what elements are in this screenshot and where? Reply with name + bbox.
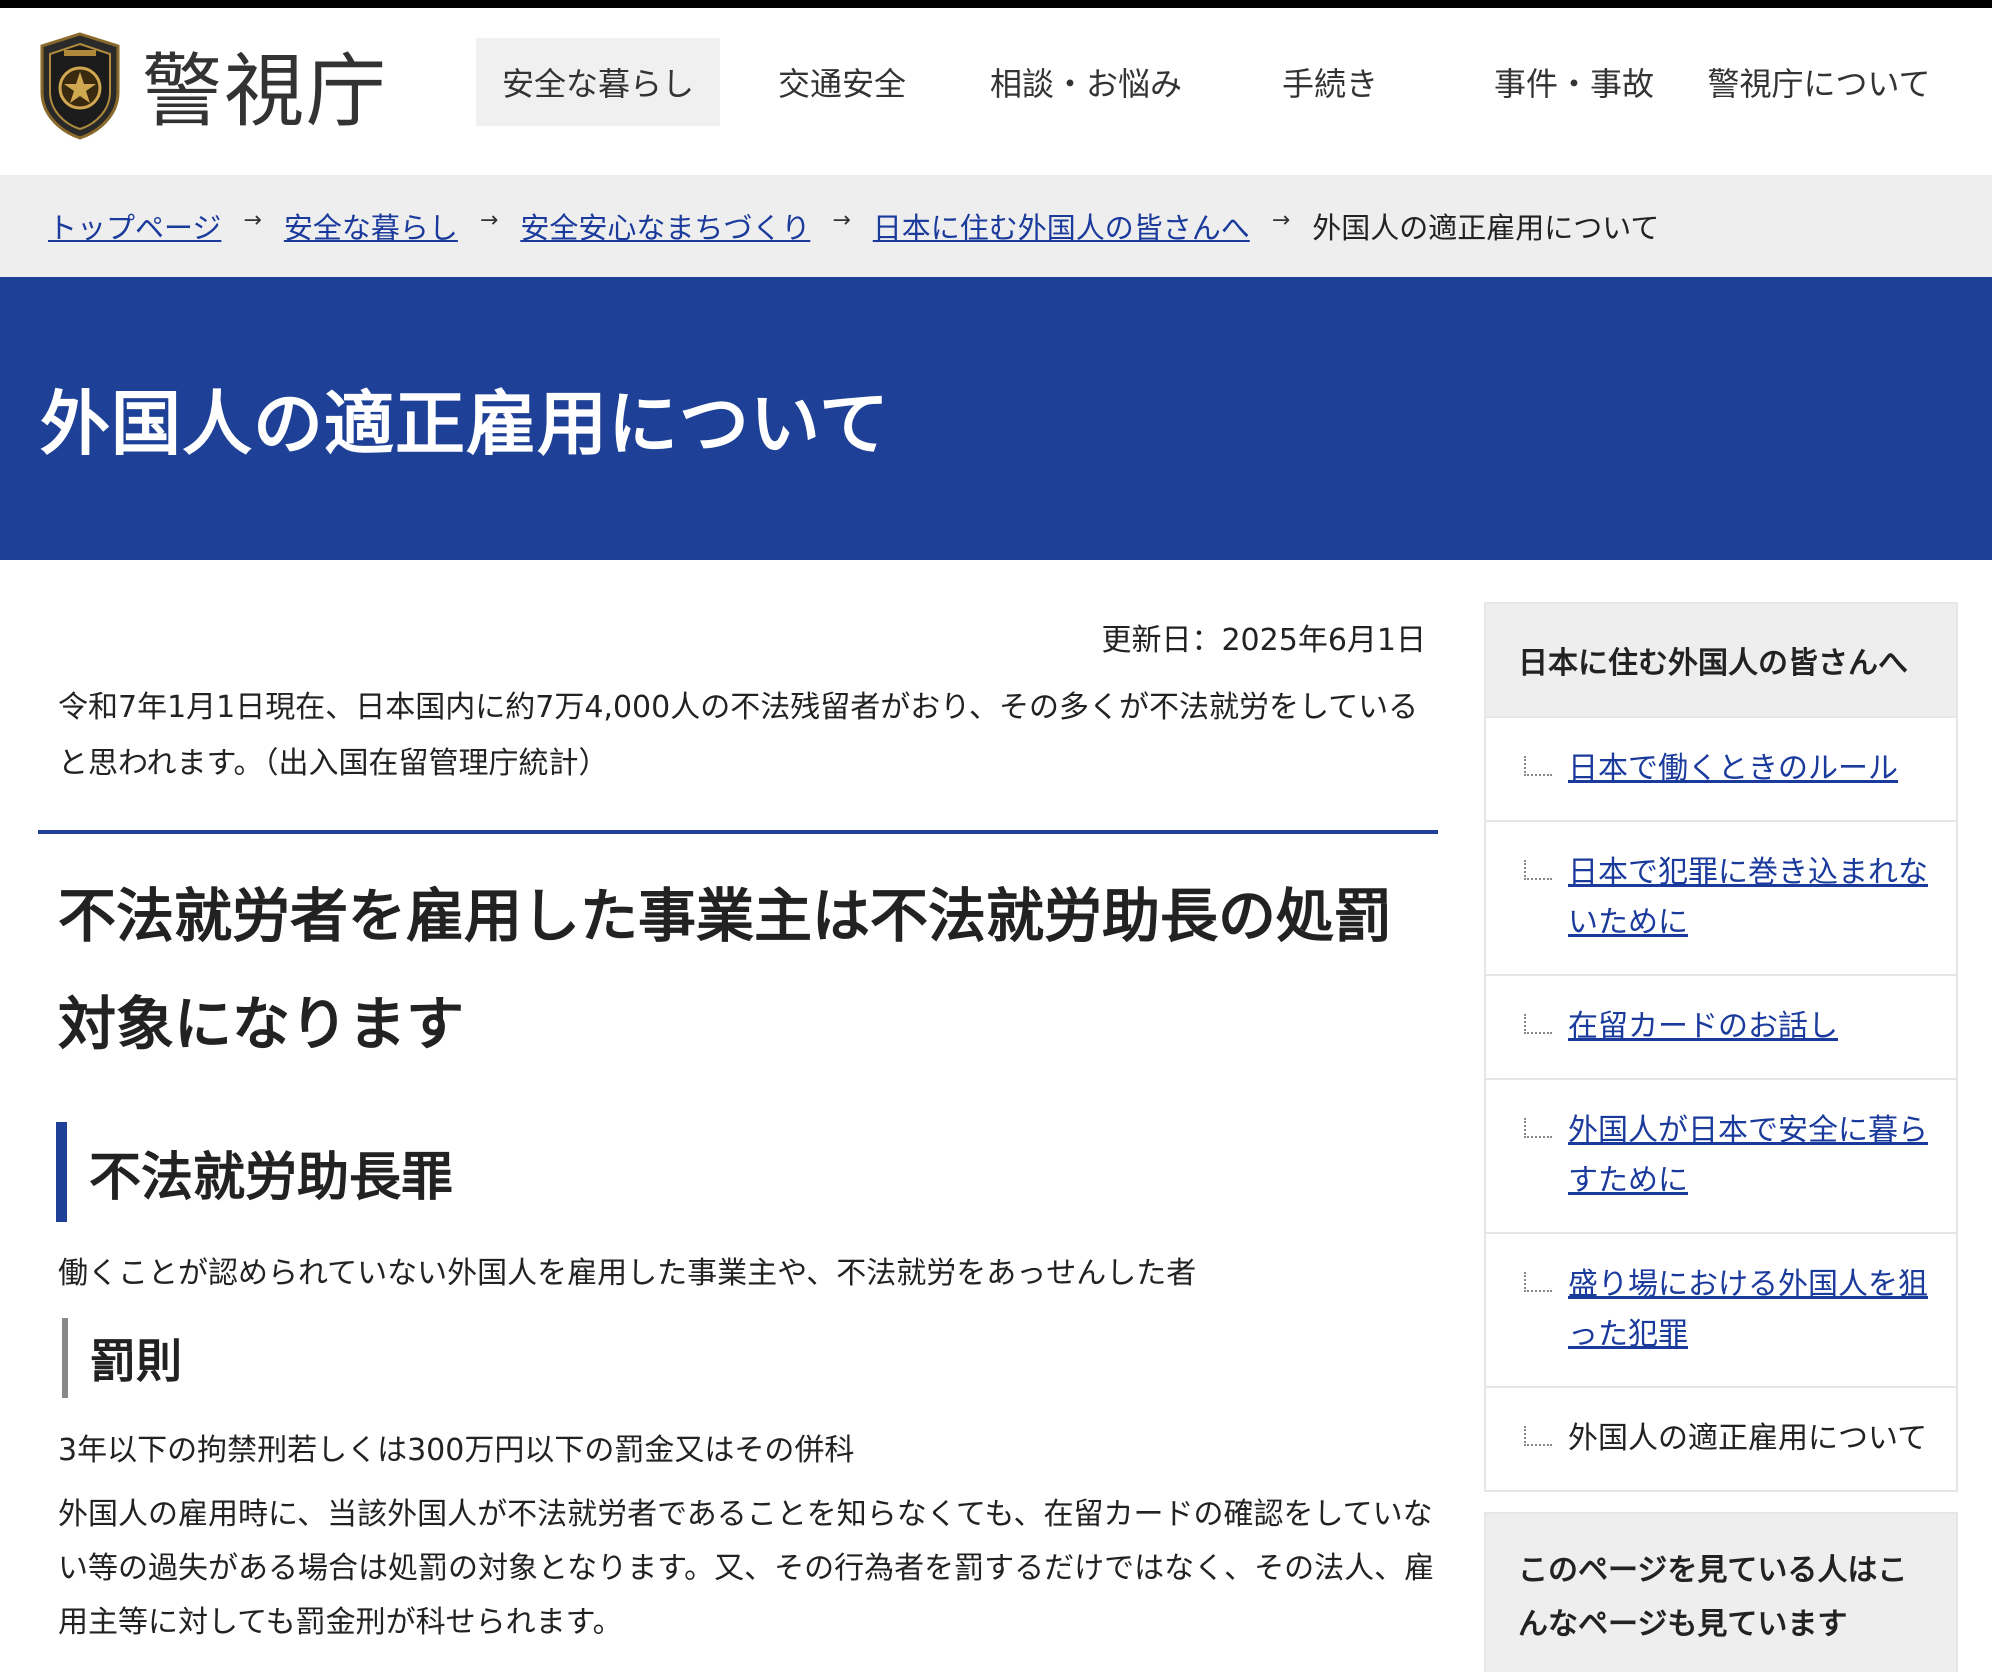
penalty-heading: 罰則: [90, 1334, 182, 1388]
tree-branch-icon: [1524, 1014, 1552, 1034]
tree-branch-icon: [1524, 1426, 1552, 1446]
nav-item-traffic-safety[interactable]: 交通安全: [720, 38, 964, 126]
tree-branch-icon: [1524, 1118, 1552, 1138]
sidebar-item-proper-employment: 外国人の適正雇用について: [1568, 1421, 1928, 1456]
top-black-bar: [0, 0, 1992, 8]
site-header: 警視庁 安全な暮らし 交通安全 相談・お悩み 手続き 事件・事故 警視庁について: [0, 8, 1992, 175]
police-emblem-icon: [40, 32, 120, 140]
related-pages-title: このページを見ている人はこんなページも見ています: [1518, 1553, 1908, 1642]
nav-item-consultation[interactable]: 相談・お悩み: [964, 38, 1208, 126]
sidebar-item[interactable]: 日本で犯罪に巻き込まれないために: [1486, 820, 1956, 974]
penalty-text: 3年以下の拘禁刑若しくは300万円以下の罰金又はその併科: [58, 1433, 855, 1468]
penalty-heading-block: 罰則: [62, 1318, 182, 1398]
heading-accent-bar: [56, 1122, 67, 1222]
nav-item-about[interactable]: 警視庁について: [1696, 38, 1942, 126]
breadcrumb: トップページ → 安全な暮らし → 安全安心なまちづくり → 日本に住む外国人の…: [0, 175, 1992, 277]
page-title-banner: 外国人の適正雇用について: [0, 277, 1992, 560]
sidebar-item-live-safely[interactable]: 外国人が日本で安全に暮らすために: [1568, 1113, 1928, 1198]
sidebar-item[interactable]: 盛り場における外国人を狙った犯罪: [1486, 1232, 1956, 1386]
breadcrumb-link-foreign-residents[interactable]: 日本に住む外国人の皆さんへ: [873, 205, 1250, 247]
site-name: 警視庁: [142, 45, 388, 138]
breadcrumb-link-safe-living[interactable]: 安全な暮らし: [284, 205, 458, 247]
sidebar-item-residence-card[interactable]: 在留カードのお話し: [1568, 1009, 1838, 1044]
section-heading: 不法就労者を雇用した事業主は不法就労助長の処罰対象になります: [58, 882, 1393, 1058]
heading-divider: [38, 830, 1438, 834]
sidebar-item[interactable]: 在留カードのお話し: [1486, 974, 1956, 1078]
tree-branch-icon: [1524, 1272, 1552, 1292]
nav-item-safe-living[interactable]: 安全な暮らし: [476, 38, 720, 126]
breadcrumb-link-safe-town[interactable]: 安全安心なまちづくり: [520, 205, 810, 247]
page-title: 外国人の適正雇用について: [40, 383, 890, 465]
heading-accent-bar: [62, 1318, 68, 1398]
sidebar-item-nightlife-crime[interactable]: 盛り場における外国人を狙った犯罪: [1568, 1267, 1928, 1352]
note-text: 外国人の雇用時に、当該外国人が不法就労者であることを知らなくても、在留カードの確…: [58, 1497, 1435, 1640]
arrow-right-icon: →: [479, 207, 499, 233]
sidebar: 日本に住む外国人の皆さんへ 日本で働くときのルール 日本で犯罪に巻き込まれないた…: [1484, 602, 1958, 1672]
arrow-right-icon: →: [1271, 207, 1291, 233]
global-nav: 安全な暮らし 交通安全 相談・お悩み 手続き 事件・事故 警視庁について: [476, 38, 1942, 126]
sidebar-item-current: 外国人の適正雇用について: [1486, 1386, 1956, 1490]
related-pages-box: このページを見ている人はこんなページも見ています: [1484, 1512, 1958, 1672]
subsection-heading: 不法就労助長罪: [89, 1147, 454, 1208]
update-date: 更新日：2025年6月1日: [1101, 623, 1426, 658]
arrow-right-icon: →: [832, 207, 851, 233]
intro-text: 令和7年1月1日現在、日本国内に約7万4,000人の不法残留者がおり、その多くが…: [58, 690, 1419, 781]
sidebar-item-work-rules[interactable]: 日本で働くときのルール: [1568, 751, 1898, 786]
sidebar-item-avoid-crime[interactable]: 日本で犯罪に巻き込まれないために: [1568, 855, 1928, 940]
sidebar-menu: 日本に住む外国人の皆さんへ 日本で働くときのルール 日本で犯罪に巻き込まれないた…: [1484, 602, 1958, 1492]
subsection-heading-block: 不法就労助長罪: [56, 1122, 453, 1222]
tree-branch-icon: [1524, 756, 1552, 776]
site-logo[interactable]: 警視庁: [36, 30, 388, 140]
breadcrumb-current: 外国人の適正雇用について: [1312, 211, 1660, 245]
sidebar-title: 日本に住む外国人の皆さんへ: [1486, 604, 1956, 716]
sidebar-item[interactable]: 外国人が日本で安全に暮らすために: [1486, 1078, 1956, 1232]
subsection-description: 働くことが認められていない外国人を雇用した事業主や、不法就労をあっせんした者: [58, 1256, 1197, 1291]
breadcrumb-link-top[interactable]: トップページ: [48, 205, 221, 247]
nav-item-incidents[interactable]: 事件・事故: [1452, 38, 1696, 126]
sidebar-item[interactable]: 日本で働くときのルール: [1486, 716, 1956, 820]
tree-branch-icon: [1524, 860, 1552, 880]
nav-item-procedures[interactable]: 手続き: [1208, 38, 1452, 126]
arrow-right-icon: →: [243, 207, 262, 233]
